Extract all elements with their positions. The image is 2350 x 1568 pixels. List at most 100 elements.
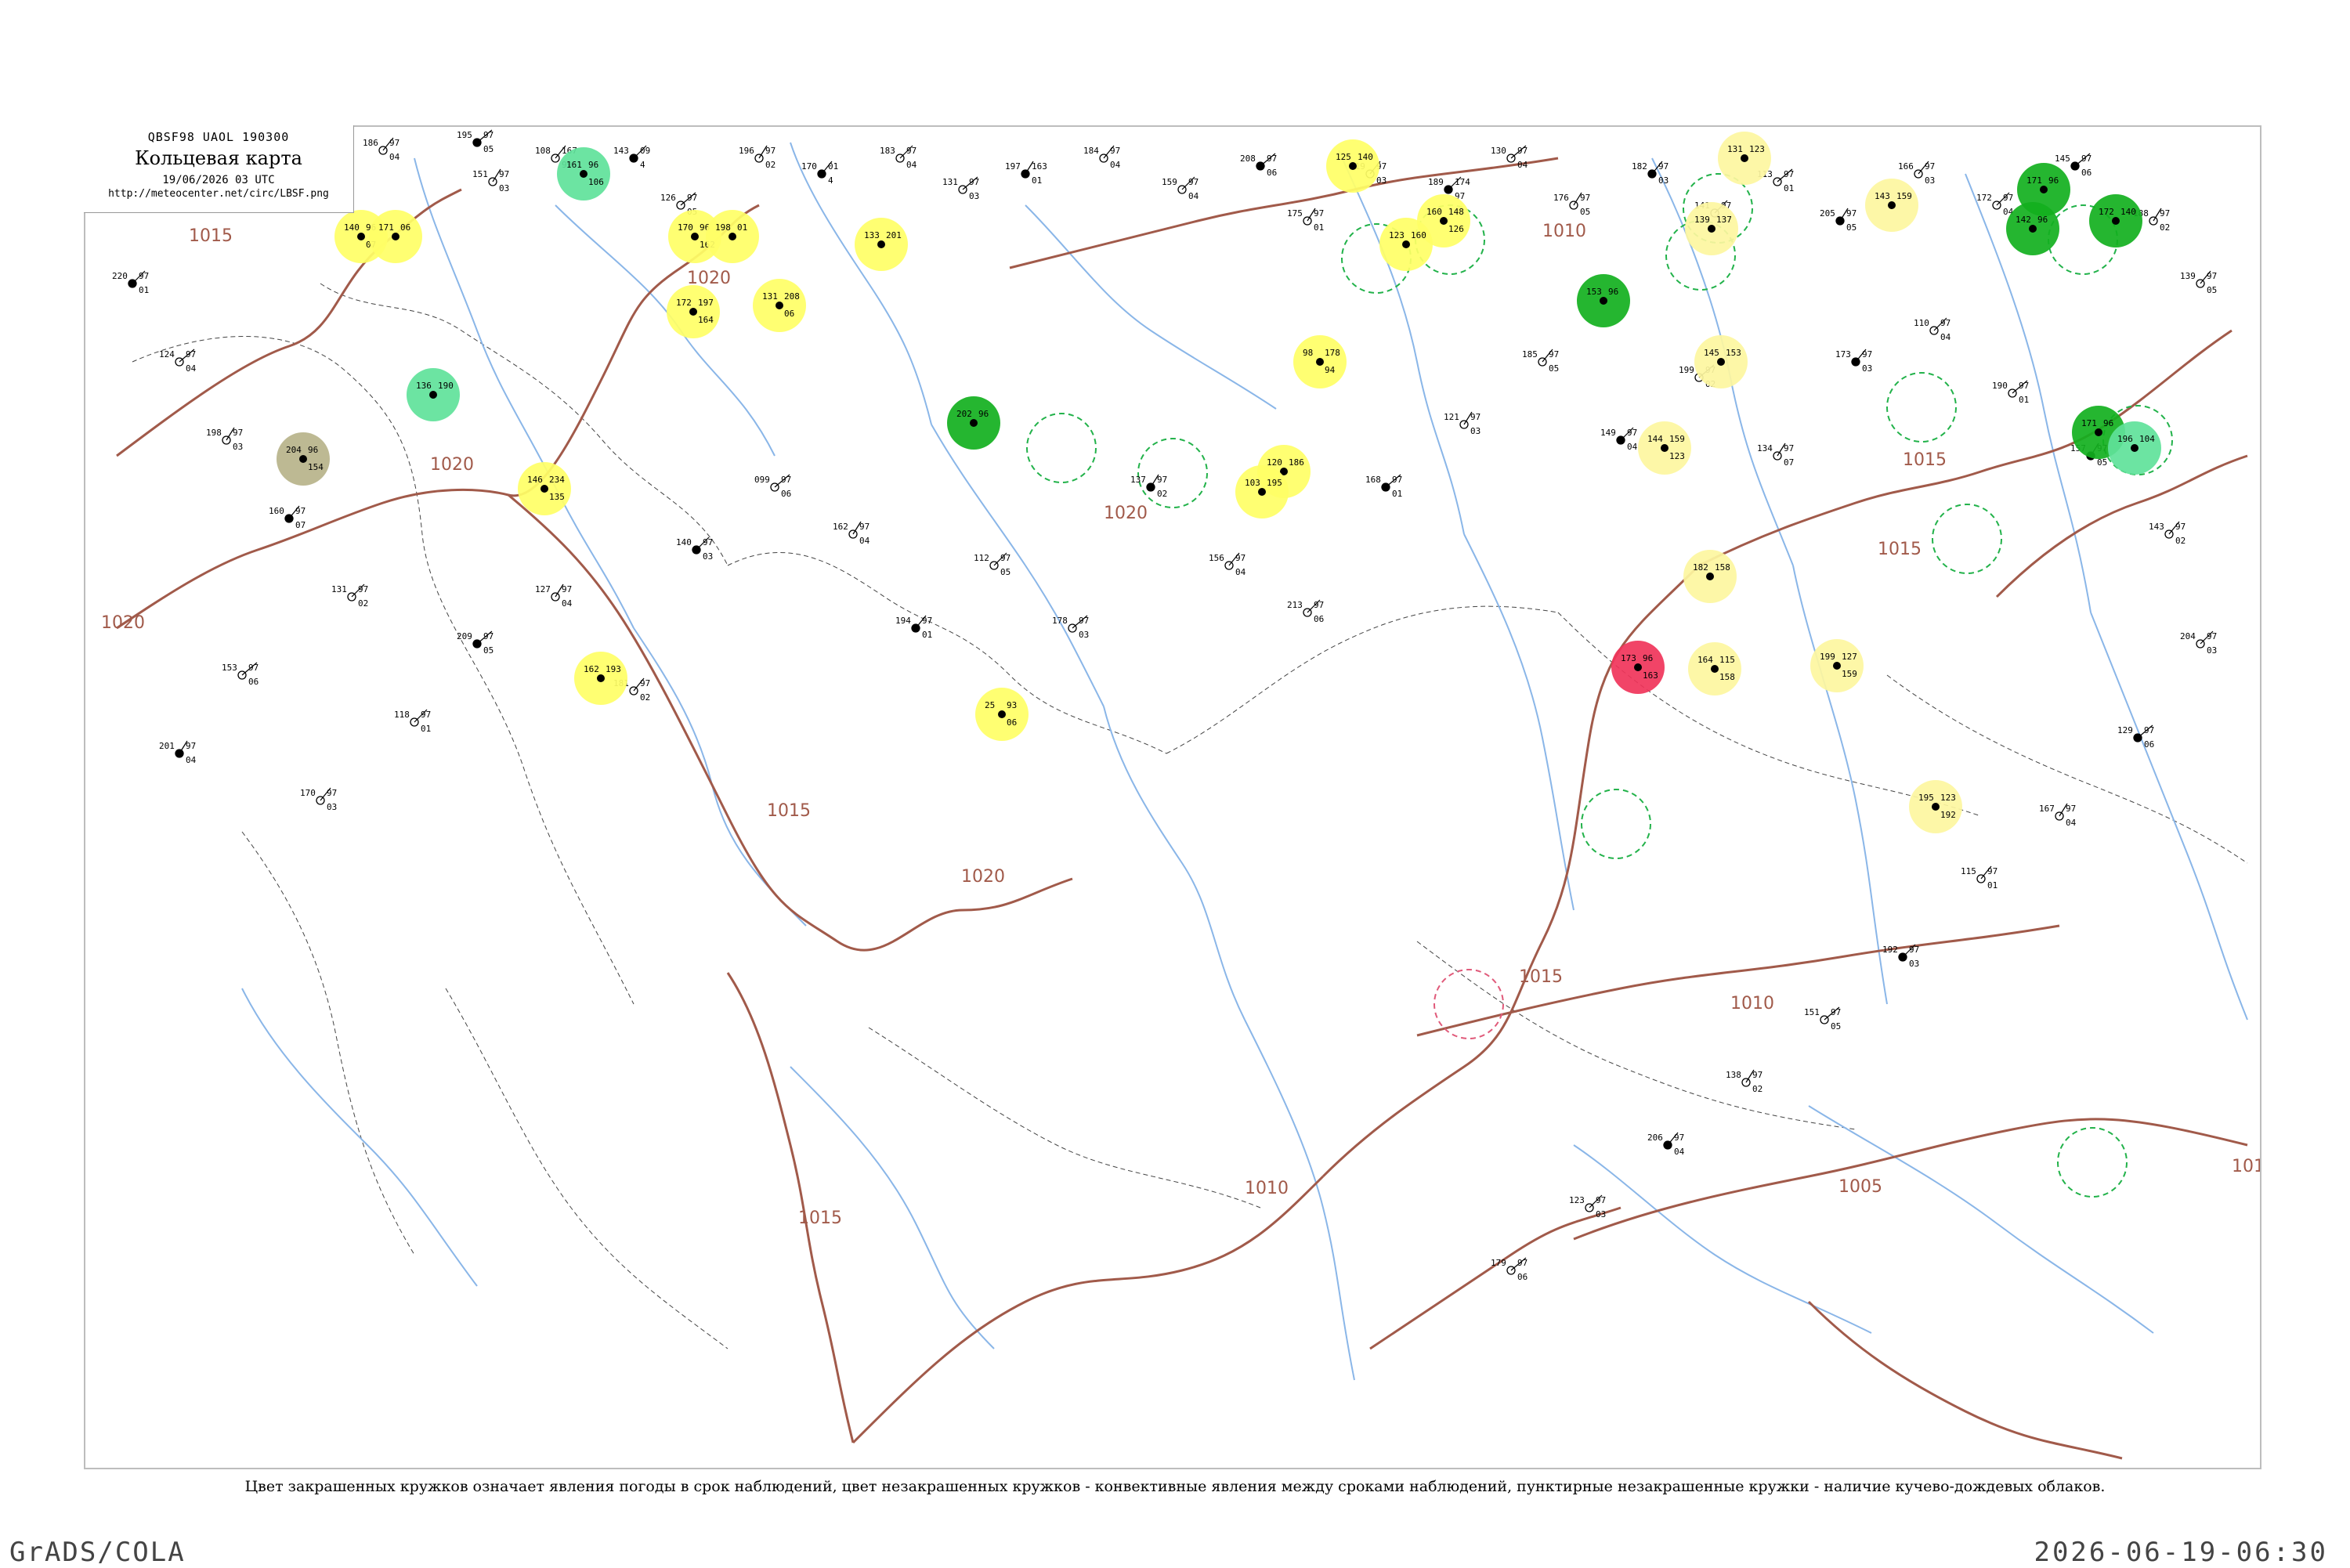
station-value: 140 bbox=[676, 537, 692, 547]
station-cloud-cover-icon bbox=[392, 233, 400, 240]
station-value: 97 bbox=[906, 146, 916, 156]
station-value: 04 bbox=[1517, 160, 1528, 170]
station-cloud-cover-icon bbox=[2095, 428, 2102, 436]
weather-marker: 123 160 bbox=[1379, 218, 1433, 271]
station-cloud-cover-icon bbox=[2131, 444, 2138, 452]
station-value: 97 bbox=[1784, 443, 1794, 453]
station-plot: 112 97 05 bbox=[974, 552, 1010, 577]
weather-marker: 131 123 bbox=[1718, 132, 1771, 185]
station-value: 01 bbox=[1784, 183, 1794, 193]
station-value: 97 bbox=[233, 428, 243, 438]
weather-marker-value: 193 bbox=[606, 664, 621, 674]
station-value: 97 bbox=[1580, 193, 1590, 203]
weather-marker-value: 195 bbox=[1267, 478, 1282, 488]
isobar-line bbox=[726, 972, 855, 1443]
station-plot: 115 97 01 bbox=[1961, 865, 1998, 891]
station-value: 97 bbox=[1157, 475, 1167, 485]
station-value: 97 bbox=[640, 678, 650, 688]
station-value: 97 bbox=[2207, 271, 2217, 281]
station-value: 04 bbox=[1627, 442, 1638, 452]
station-plot: 182 97 03 bbox=[1632, 161, 1668, 186]
station-value: 153 bbox=[222, 663, 237, 673]
station-value: 174 bbox=[1455, 177, 1470, 187]
station-value: 97 bbox=[781, 475, 791, 485]
station-cloud-cover-icon bbox=[728, 233, 736, 240]
station-plot: 198 97 03 bbox=[206, 427, 243, 452]
station-plot: 195 97 05 bbox=[457, 129, 494, 154]
station-value: 97 bbox=[1658, 161, 1668, 172]
weather-marker-value: 131 bbox=[762, 291, 778, 302]
station-cloud-cover-icon bbox=[2112, 217, 2120, 225]
station-value: 123 bbox=[1569, 1195, 1585, 1205]
station-value: 04 bbox=[2066, 818, 2077, 828]
cumulonimbus-circle bbox=[1581, 789, 1651, 859]
station-value: 159 bbox=[1162, 177, 1177, 187]
weather-marker-value: 123 bbox=[1940, 793, 1956, 803]
weather-marker-value: 06 bbox=[784, 309, 794, 319]
station-value: 209 bbox=[457, 631, 472, 641]
station-value: 97 bbox=[969, 177, 979, 187]
station-value: 05 bbox=[1846, 222, 1856, 233]
station-cloud-cover-icon bbox=[877, 240, 885, 248]
station-cloud-cover-icon bbox=[776, 302, 783, 309]
weather-marker-value: 96 bbox=[978, 409, 989, 419]
station-value: 97 bbox=[327, 788, 337, 798]
weather-marker-value: 160 bbox=[1411, 230, 1426, 240]
station-value: 01 bbox=[421, 724, 431, 734]
weather-marker-value: 148 bbox=[1448, 207, 1464, 217]
station-value: 97 bbox=[1517, 1258, 1528, 1268]
river bbox=[1025, 204, 1277, 410]
weather-marker-value: 96 bbox=[1608, 287, 1618, 297]
weather-marker-value: 96 bbox=[588, 160, 598, 170]
weather-marker-value: 192 bbox=[1940, 810, 1956, 820]
isobar-label: 1010 bbox=[2232, 1157, 2260, 1176]
station-value: 03 bbox=[1376, 175, 1386, 186]
weather-marker-value: 163 bbox=[1643, 670, 1658, 681]
map-url: http://meteocenter.net/circ/LBSF.png bbox=[108, 188, 329, 200]
station-value: 204 bbox=[2180, 631, 2196, 641]
river bbox=[633, 627, 807, 927]
station-plot: 137 97 02 bbox=[1130, 474, 1167, 499]
station-value: 97 bbox=[1674, 1133, 1684, 1143]
station-plot: 205 97 05 bbox=[1820, 208, 1856, 233]
station-value: 143 bbox=[2149, 522, 2164, 532]
weather-marker: 103 195 bbox=[1235, 465, 1289, 518]
station-value: 4 bbox=[828, 175, 833, 186]
station-value: 97 bbox=[1925, 161, 1935, 172]
station-plot: 160 97 07 bbox=[269, 505, 306, 530]
weather-marker-value: 158 bbox=[1719, 672, 1735, 682]
weather-marker-value: 172 bbox=[676, 298, 692, 308]
weather-marker-value: 178 bbox=[1325, 348, 1340, 358]
river bbox=[1792, 565, 1888, 1005]
station-value: 06 bbox=[1267, 168, 1277, 178]
isobar-label: 1015 bbox=[1903, 450, 1947, 470]
station-cloud-cover-icon bbox=[2029, 225, 2037, 233]
station-value: 05 bbox=[483, 645, 494, 656]
station-value: 126 bbox=[660, 193, 676, 203]
isobar-label: 1015 bbox=[798, 1209, 842, 1228]
station-value: 97 bbox=[703, 537, 713, 547]
station-value: 97 bbox=[1470, 412, 1480, 422]
station-value: 184 bbox=[1083, 146, 1099, 156]
station-value: 01 bbox=[1392, 489, 1402, 499]
weather-marker: 162 193 bbox=[574, 652, 627, 705]
isobar-label: 1020 bbox=[1104, 504, 1148, 523]
weather-marker-value: 159 bbox=[1842, 669, 1857, 679]
station-value: 97 bbox=[2019, 381, 2029, 391]
station-value: 97 bbox=[1235, 553, 1246, 563]
station-value: 099 bbox=[754, 475, 770, 485]
weather-marker-value: 142 bbox=[2016, 215, 2031, 225]
weather-marker-value: 159 bbox=[1669, 434, 1685, 444]
station-value: 03 bbox=[233, 442, 243, 452]
station-value: 01 bbox=[922, 630, 932, 640]
station-cloud-cover-icon bbox=[998, 710, 1006, 718]
station-value: 97 bbox=[1940, 318, 1950, 328]
cumulonimbus-circle bbox=[1137, 438, 1208, 508]
weather-marker-value: 96 bbox=[1643, 653, 1653, 663]
isobar-line bbox=[851, 1175, 1325, 1444]
station-value: 139 bbox=[2180, 271, 2196, 281]
station-value: 05 bbox=[1549, 363, 1559, 374]
station-cloud-cover-icon bbox=[1717, 358, 1725, 366]
station-value: 02 bbox=[358, 598, 368, 609]
station-plot: 143 09 4 bbox=[613, 145, 650, 170]
